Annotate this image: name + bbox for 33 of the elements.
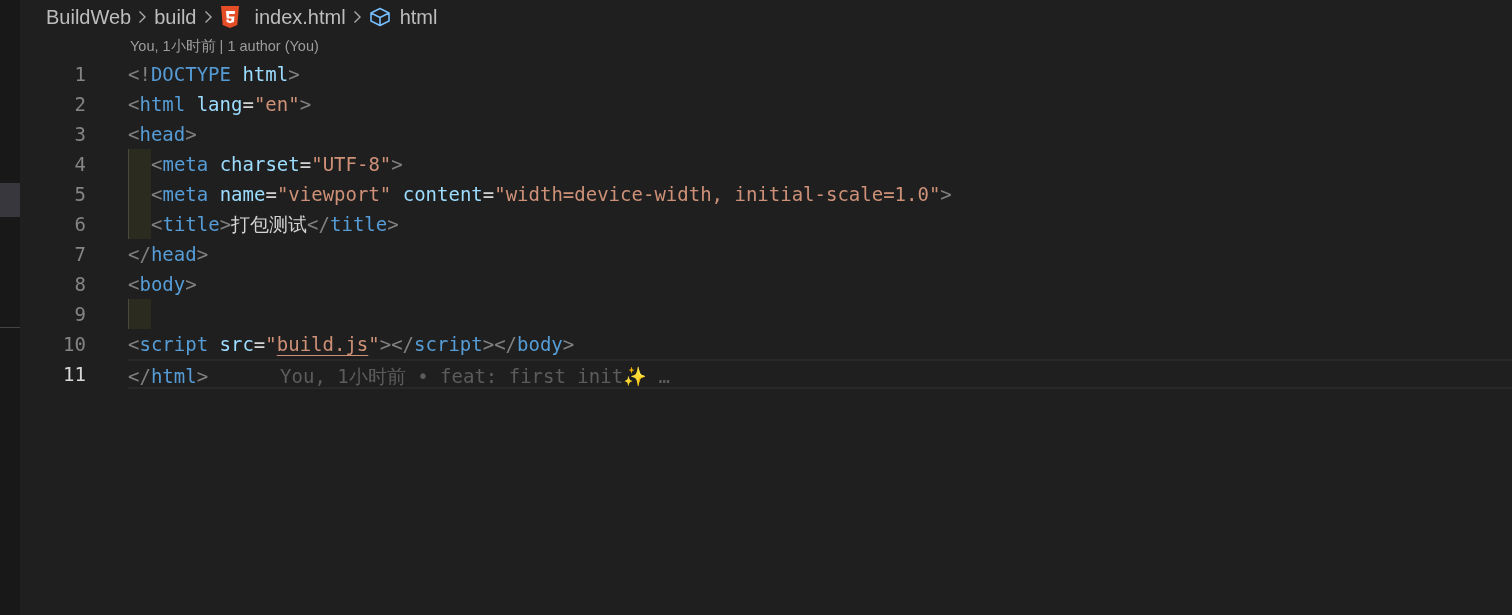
line-number: 2 — [73, 92, 86, 117]
line-number: 10 — [62, 332, 86, 357]
line-number: 8 — [73, 272, 86, 297]
chevron-icon — [138, 10, 148, 24]
code-line: <head> — [128, 122, 197, 147]
breadcrumb-item[interactable]: BuildWeb — [46, 2, 132, 32]
code-line: <body> — [128, 272, 197, 297]
line-number: 5 — [73, 182, 86, 207]
line-number: 4 — [73, 152, 86, 177]
chevron-icon — [203, 10, 213, 24]
cube-icon — [368, 7, 391, 27]
sidebar-selection — [0, 183, 20, 217]
line-number: 3 — [73, 122, 86, 147]
breadcrumb-item[interactable]: index.html — [254, 2, 346, 32]
blame-annotation: You, 1小时前 • feat: first init✨ … — [280, 364, 670, 387]
line-number: 1 — [73, 62, 86, 87]
breadcrumb-item[interactable]: build — [154, 2, 197, 32]
line-number: 9 — [73, 302, 86, 327]
code-line: </head> — [128, 242, 209, 267]
line-number: 7 — [73, 242, 86, 267]
code-line: <html lang="en"> — [128, 92, 312, 117]
code-line: <title>打包测试</title> — [151, 212, 399, 237]
line-number: 11 — [62, 362, 86, 387]
code-line: <!DOCTYPE html> — [128, 62, 300, 87]
code-line: <meta charset="UTF-8"> — [151, 152, 403, 177]
codelens-annotation[interactable]: You, 1小时前 | 1 author (You) — [20, 34, 1512, 59]
code-line: <script src="build.js"></script></body> — [128, 332, 575, 357]
line-number: 6 — [73, 212, 86, 237]
code-line: <meta name="viewport" content="width=device-width, initial-scale=1.0"> — [151, 182, 952, 207]
code-line: </html> — [128, 364, 209, 387]
breadcrumb-item[interactable]: html — [399, 2, 438, 32]
html5-icon — [219, 6, 240, 28]
chevron-icon — [352, 10, 362, 24]
